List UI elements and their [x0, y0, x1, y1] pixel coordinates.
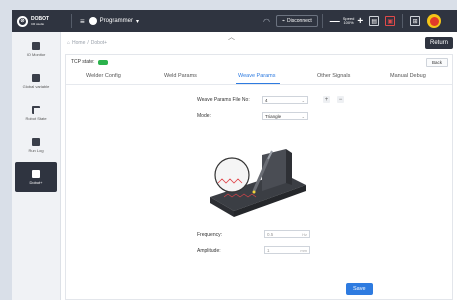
caret-down-icon: ▾ [136, 18, 140, 25]
frequency-value: 0.5 [267, 231, 274, 237]
sidebar-item-label: Run Log [28, 147, 44, 153]
emergency-stop-button[interactable] [427, 14, 442, 28]
file-no-select[interactable]: 4 ⌄ [262, 96, 308, 104]
collapse-chevron-icon[interactable]: ︿ [228, 32, 235, 42]
run-log-icon [32, 137, 40, 146]
frequency-unit: Hz [302, 231, 307, 237]
sidebar-item-dobot-plus[interactable]: Dobot+ [15, 162, 57, 192]
puzzle-icon [32, 169, 40, 178]
divider [71, 14, 72, 28]
frequency-label: Frequency: [197, 232, 223, 238]
tab-welder-config[interactable]: Welder Config [86, 73, 121, 79]
frequency-input[interactable]: 0.5 Hz [264, 230, 310, 238]
sidebar-item-robot-state[interactable]: Robot State [15, 98, 57, 128]
top-bar: ⊘ DOBOT CR studio ≡ Programmer ▾ ◠ ⌁ Dis… [12, 10, 457, 32]
wifi-icon: ◠ [263, 16, 271, 26]
global-variable-icon [32, 73, 40, 82]
speed-indicator: Speed 100% [343, 17, 355, 25]
divider [402, 14, 404, 28]
active-tab-indicator [236, 83, 280, 84]
sidebar-item-io-monitor[interactable]: IO Monitor [15, 34, 57, 64]
file-no-value: 4 [265, 97, 268, 103]
user-role-dropdown[interactable]: Programmer ▾ [88, 17, 140, 25]
tab-manual-debug[interactable]: Manual Debug [390, 73, 426, 79]
tcp-state: TCP state: [71, 59, 108, 65]
file-no-label: Weave Params File No: [197, 97, 250, 103]
breadcrumb-home[interactable]: Home [72, 40, 85, 46]
amplitude-unit: mm [300, 247, 307, 253]
back-button[interactable]: Back [425, 58, 448, 67]
amplitude-input[interactable]: 1 mm [264, 246, 310, 254]
mode-value: Triangle [265, 113, 282, 119]
robot-state-icon [32, 105, 40, 114]
breadcrumb: ⌂ Home / Dobot+ [67, 40, 108, 46]
sidebar-item-label: Robot State [25, 115, 47, 121]
chevron-down-icon: ⌄ [301, 97, 305, 103]
user-icon [88, 17, 97, 25]
mode-select[interactable]: Triangle ⌄ [262, 112, 308, 120]
logo-text: DOBOT [31, 15, 50, 22]
logo-subtext: CR studio [31, 21, 45, 26]
sidebar: IO Monitor Global variable Robot State R… [12, 32, 61, 300]
jog-panel-icon[interactable]: ▤ [369, 16, 380, 26]
breadcrumb-current: Dobot+ [90, 40, 108, 46]
app-frame: ⊘ DOBOT CR studio ≡ Programmer ▾ ◠ ⌁ Dis… [0, 0, 457, 300]
weave-illustration [210, 149, 306, 217]
tab-other-signals[interactable]: Other Signals [317, 73, 350, 79]
home-icon: ⌂ [67, 40, 71, 46]
tcp-state-label: TCP state: [71, 59, 95, 65]
logo-mark-icon: ⊘ [17, 15, 28, 27]
io-monitor-icon [32, 41, 40, 50]
enable-robot-icon[interactable]: ⊞ [410, 16, 421, 26]
mode-label: Mode: [197, 113, 211, 119]
estop-icon [429, 16, 439, 26]
amplitude-label: Amplitude: [197, 248, 221, 254]
weld-config-card: TCP state: Back Welder Config Weld Param… [65, 54, 453, 300]
divider [321, 14, 323, 28]
disconnect-label: Disconnect [287, 18, 312, 24]
sidebar-item-label: IO Monitor [26, 51, 46, 57]
return-button[interactable]: Return [424, 37, 453, 49]
dobot-logo: ⊘ DOBOT CR studio [12, 15, 67, 27]
speed-increase-button[interactable]: + [354, 16, 366, 27]
speed-decrease-button[interactable]: — [327, 16, 343, 27]
link-icon: ⌁ [282, 18, 286, 24]
tcp-status-icon [97, 59, 108, 65]
tab-weld-params[interactable]: Weld Params [164, 73, 197, 79]
speed-value: 100% [343, 20, 354, 25]
sidebar-item-label: Dobot+ [29, 179, 43, 185]
disconnect-button[interactable]: ⌁ Disconnect [276, 15, 318, 27]
chevron-down-icon: ⌄ [301, 113, 305, 119]
hamburger-menu-icon[interactable]: ≡ [76, 17, 89, 26]
sidebar-item-global-variable[interactable]: Global variable [15, 66, 57, 96]
main-panel: ︿ ⌂ Home / Dobot+ Return TCP state: Back… [61, 32, 457, 300]
sidebar-item-label: Global variable [22, 83, 50, 89]
alarm-icon[interactable]: ▣ [385, 16, 396, 26]
remove-file-button[interactable]: − [337, 96, 344, 103]
add-file-button[interactable]: + [323, 96, 330, 103]
user-role-label: Programmer [99, 18, 134, 24]
tab-weave-params[interactable]: Weave Params [238, 73, 276, 79]
amplitude-value: 1 [267, 247, 270, 253]
save-button[interactable]: Save [346, 283, 373, 295]
tab-bar: Welder Config Weld Params Weave Params O… [66, 71, 452, 85]
sidebar-item-run-log[interactable]: Run Log [15, 130, 57, 160]
